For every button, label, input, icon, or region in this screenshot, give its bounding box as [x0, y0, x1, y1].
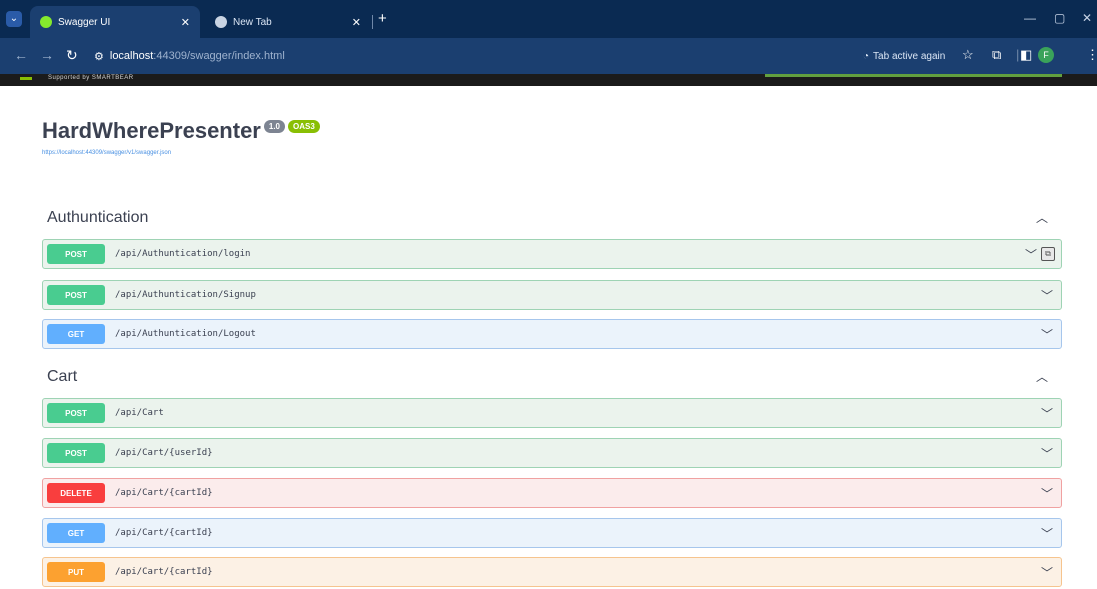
tab-separator — [372, 15, 373, 29]
address-toolbar: ← → ↻ ⚙ localhost :44309/swagger/index.h… — [0, 38, 1097, 74]
minimize-icon[interactable]: — — [1024, 11, 1036, 25]
close-tab-icon[interactable]: ✕ — [352, 16, 361, 29]
tab-swagger-ui[interactable]: Swagger UI ✕ — [30, 6, 200, 38]
tab-new-tab[interactable]: New Tab ✕ — [205, 6, 371, 38]
tab-active-label: Tab active again — [873, 50, 946, 62]
chevron-down-icon[interactable]: ﹀ — [1041, 445, 1053, 462]
chevron-down-icon[interactable]: ﹀ — [1041, 405, 1053, 422]
chevron-down-icon[interactable]: ﹀ — [1041, 564, 1053, 581]
operation-path: /api/Authuntication/login — [115, 249, 251, 259]
toolbar-divider: | — [1016, 47, 1020, 62]
method-badge: GET — [47, 523, 105, 543]
tab-title: Swagger UI — [58, 16, 111, 28]
operation-row[interactable]: GET /api/Cart/{cartId} ﹀ — [42, 518, 1062, 548]
forward-icon[interactable]: → — [40, 47, 54, 63]
tab-active-chip[interactable]: ◔ Tab active again — [855, 46, 953, 66]
chevron-down-icon[interactable]: ﹀ — [1041, 326, 1053, 343]
chevron-up-icon[interactable]: ︿ — [1036, 209, 1048, 226]
api-info: HardWherePresenter 1.0 OAS3 https://loca… — [42, 118, 320, 156]
method-badge: PUT — [47, 562, 105, 582]
chevron-down-icon[interactable]: ﹀ — [1041, 485, 1053, 502]
tab-title: New Tab — [233, 16, 272, 28]
swagger-json-link[interactable]: https://localhost:44309/swagger/v1/swagg… — [42, 150, 320, 156]
close-tab-icon[interactable]: ✕ — [181, 16, 190, 29]
method-badge: POST — [47, 443, 105, 463]
operation-row[interactable]: PUT /api/Cart/{cartId} ﹀ — [42, 557, 1062, 587]
smartbear-logo: Supported by SMARTBEAR — [48, 75, 134, 81]
operation-row[interactable]: POST /api/Authuntication/Signup ﹀ — [42, 280, 1062, 310]
operation-row[interactable]: POST /api/Authuntication/login ﹀ ⧉ — [42, 239, 1062, 269]
section-cart[interactable]: Cart ︿ — [42, 360, 1062, 393]
close-window-icon[interactable]: ✕ — [1082, 11, 1092, 25]
menu-kebab-icon[interactable]: ⋮ — [1086, 47, 1097, 63]
url-host: localhost — [109, 50, 154, 62]
explore-bar[interactable] — [765, 74, 1062, 77]
operation-path: /api/Cart — [115, 408, 164, 418]
browser-tab-bar: ⌄ Swagger UI ✕ New Tab ✕ + — ▢ ✕ — [0, 0, 1097, 38]
method-badge: POST — [47, 285, 105, 305]
swagger-favicon-icon — [40, 16, 52, 28]
section-title: Cart — [47, 367, 78, 385]
copy-icon[interactable]: ⧉ — [1041, 247, 1055, 261]
operation-path: /api/Cart/{cartId} — [115, 567, 213, 577]
version-badge: 1.0 — [263, 120, 285, 133]
api-title: HardWherePresenter — [42, 118, 261, 143]
chevron-down-icon[interactable]: ﹀ — [1041, 287, 1053, 304]
tab-search-icon[interactable]: ⌄ — [6, 11, 22, 27]
extensions-icon[interactable]: ⧉ — [992, 47, 1001, 63]
address-input[interactable]: ⚙ localhost :44309/swagger/index.html — [94, 43, 852, 69]
oas-badge: OAS3 — [288, 120, 320, 133]
speed-icon: ◔ — [863, 50, 870, 62]
operation-path: /api/Authuntication/Signup — [115, 290, 256, 300]
profile-avatar[interactable]: F — [1038, 47, 1054, 63]
back-icon[interactable]: ← — [14, 47, 28, 63]
method-badge: DELETE — [47, 483, 105, 503]
operation-path: /api/Authuntication/Logout — [115, 329, 256, 339]
swagger-logo-icon — [20, 77, 32, 80]
method-badge: POST — [47, 403, 105, 423]
method-badge: GET — [47, 324, 105, 344]
section-title: Authuntication — [47, 208, 149, 226]
method-badge: POST — [47, 244, 105, 264]
chrome-favicon-icon — [215, 16, 227, 28]
chevron-up-icon[interactable]: ︿ — [1036, 368, 1048, 385]
section-authuntication[interactable]: Authuntication ︿ — [42, 201, 1062, 234]
operation-row[interactable]: POST /api/Cart ﹀ — [42, 398, 1062, 428]
operation-row[interactable]: DELETE /api/Cart/{cartId} ﹀ — [42, 478, 1062, 508]
operation-row[interactable]: POST /api/Cart/{userId} ﹀ — [42, 438, 1062, 468]
url-path: :44309/swagger/index.html — [153, 50, 285, 62]
side-panel-icon[interactable]: ◧ — [1020, 47, 1032, 63]
chevron-down-icon[interactable]: ﹀ — [1025, 246, 1037, 263]
operation-path: /api/Cart/{userId} — [115, 448, 213, 458]
new-tab-icon[interactable]: + — [378, 10, 387, 27]
chevron-down-icon[interactable]: ﹀ — [1041, 525, 1053, 542]
restore-icon[interactable]: ▢ — [1054, 11, 1065, 25]
site-info-icon[interactable]: ⚙ — [94, 50, 104, 63]
bookmark-star-icon[interactable]: ☆ — [962, 47, 974, 63]
swagger-topbar: Supported by SMARTBEAR — [0, 74, 1097, 86]
operation-path: /api/Cart/{cartId} — [115, 528, 213, 538]
operation-path: /api/Cart/{cartId} — [115, 488, 213, 498]
operation-row[interactable]: GET /api/Authuntication/Logout ﹀ — [42, 319, 1062, 349]
reload-icon[interactable]: ↻ — [66, 47, 78, 64]
